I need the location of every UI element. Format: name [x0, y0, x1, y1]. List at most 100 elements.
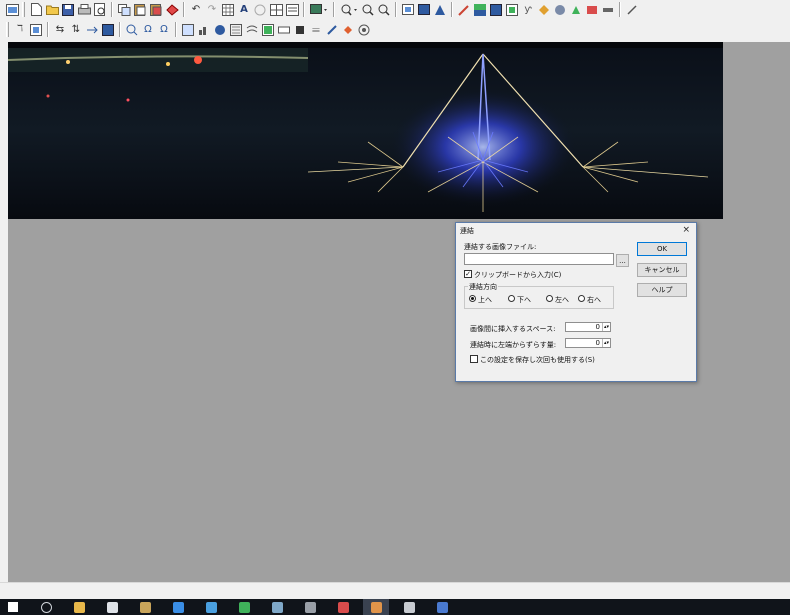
app-window: ↶ ↷ A ƴ ℸ ⇆ ⇅ Ω Ω 𝍢 連結 × 連結する画像ファイル: ...…	[0, 0, 790, 615]
toolbar-separator	[333, 2, 335, 17]
plugin-icon[interactable]	[537, 3, 551, 17]
task-view-icon-glyph	[40, 601, 52, 613]
flip-v-icon[interactable]: ⇅	[69, 23, 83, 37]
plugin-icon[interactable]	[585, 3, 599, 17]
app-icon[interactable]	[132, 599, 158, 615]
concatenate-dialog: 連結 × 連結する画像ファイル: ... ✓ クリップボードから入力(C) 連結…	[455, 222, 697, 382]
mosaic-icon[interactable]	[181, 23, 195, 37]
image-icon[interactable]	[489, 3, 503, 17]
file-label: 連結する画像ファイル:	[464, 243, 537, 251]
close-icon[interactable]: ×	[682, 225, 690, 235]
store-icon[interactable]	[99, 599, 125, 615]
fill-icon[interactable]	[473, 3, 487, 17]
task-view-icon[interactable]	[33, 599, 59, 615]
text-icon[interactable]: A	[237, 3, 251, 17]
cancel-button[interactable]: キャンセル	[637, 263, 687, 277]
save-settings-checkbox[interactable]	[470, 355, 478, 363]
image-editor-icon[interactable]	[363, 599, 389, 615]
wave-icon[interactable]	[277, 23, 291, 37]
edge-icon[interactable]	[165, 599, 191, 615]
zoom-dropdown-icon[interactable]	[339, 3, 359, 17]
mail-icon-glyph	[205, 601, 217, 613]
print-icon[interactable]	[77, 3, 91, 17]
print-preview-icon[interactable]	[93, 3, 107, 17]
brush-icon[interactable]	[457, 3, 471, 17]
clipboard-checkbox[interactable]: ✓	[464, 270, 472, 278]
browse-button[interactable]: ...	[616, 254, 629, 267]
color-adjust-icon[interactable]	[101, 23, 115, 37]
settings-icon[interactable]	[297, 599, 323, 615]
align-icon[interactable]: ℸ	[13, 23, 27, 37]
box-icon[interactable]: 𝍢	[309, 23, 323, 37]
screen-icon[interactable]	[553, 3, 567, 17]
spreadsheet-icon[interactable]	[429, 599, 455, 615]
thumbnail-icon[interactable]	[285, 3, 299, 17]
new-image-icon[interactable]	[5, 3, 19, 17]
undo-icon[interactable]: ↶	[189, 3, 203, 17]
player-icon[interactable]	[396, 599, 422, 615]
rotate-icon[interactable]	[85, 23, 99, 37]
blur-icon[interactable]: Ω	[141, 23, 155, 37]
photos-icon[interactable]	[231, 599, 257, 615]
palette-icon[interactable]	[433, 3, 447, 17]
box-icon[interactable]	[261, 23, 275, 37]
shift-value: 0	[595, 339, 600, 347]
bucket-icon[interactable]	[341, 23, 355, 37]
sharpen-icon[interactable]	[125, 23, 139, 37]
save-icon[interactable]	[61, 3, 75, 17]
toolbar-grip[interactable]	[22, 2, 25, 17]
paste-icon[interactable]	[133, 3, 147, 17]
paste-special-icon[interactable]	[165, 3, 179, 17]
target-icon[interactable]	[357, 23, 371, 37]
pen-tool-icon[interactable]	[325, 23, 339, 37]
direction-left-radio[interactable]	[546, 295, 553, 302]
screen-icon[interactable]	[601, 3, 615, 17]
windows-taskbar	[0, 599, 790, 615]
new-file-icon[interactable]	[29, 3, 43, 17]
paste-new-icon[interactable]	[149, 3, 163, 17]
frame-icon[interactable]	[401, 3, 415, 17]
photos-icon-glyph	[238, 601, 250, 613]
help-button[interactable]: ヘルプ	[637, 283, 687, 297]
pen-icon[interactable]	[625, 3, 639, 17]
stepper-arrows-icon[interactable]: ▴▾	[602, 323, 610, 331]
flip-h-icon[interactable]: ⇆	[53, 23, 67, 37]
direction-right-radio[interactable]	[578, 295, 585, 302]
noise-icon[interactable]	[293, 23, 307, 37]
zoom-in-icon[interactable]	[361, 3, 375, 17]
mail-icon[interactable]	[198, 599, 224, 615]
noise-icon[interactable]	[229, 23, 243, 37]
toolbar-grip[interactable]	[6, 22, 9, 37]
zoom-out-icon[interactable]	[377, 3, 391, 17]
store-icon-glyph	[106, 601, 118, 613]
direction-down-radio[interactable]	[508, 295, 515, 302]
media-icon[interactable]	[330, 599, 356, 615]
file-explorer-icon[interactable]	[66, 599, 92, 615]
color-icon[interactable]	[417, 3, 431, 17]
frame-border-icon[interactable]	[245, 23, 259, 37]
space-stepper[interactable]: 0 ▴▾	[565, 322, 611, 332]
direction-up-radio[interactable]	[469, 295, 476, 302]
shift-stepper[interactable]: 0 ▴▾	[565, 338, 611, 348]
app2-icon[interactable]	[264, 599, 290, 615]
stepper-arrows-icon[interactable]: ▴▾	[602, 339, 610, 347]
gradient-icon[interactable]	[213, 23, 227, 37]
copy-icon[interactable]	[117, 3, 131, 17]
stamp-icon[interactable]: ƴ	[521, 3, 535, 17]
direction-left-label: 左へ	[555, 296, 569, 304]
filter-icon[interactable]: Ω	[157, 23, 171, 37]
ok-button[interactable]: OK	[637, 242, 687, 256]
redo-icon[interactable]: ↷	[205, 3, 219, 17]
histogram-icon[interactable]	[197, 23, 211, 37]
open-icon[interactable]	[45, 3, 59, 17]
save-settings-label: この設定を保存し次回も使用する(S)	[480, 356, 595, 364]
pen-icon[interactable]	[569, 3, 583, 17]
grid-view-icon[interactable]	[269, 3, 283, 17]
effect-icon[interactable]	[505, 3, 519, 17]
file-path-input[interactable]	[464, 253, 614, 265]
windows-start-icon[interactable]	[0, 599, 26, 615]
circle-icon[interactable]	[253, 3, 267, 17]
grid-icon[interactable]	[221, 3, 235, 17]
display-icon[interactable]	[309, 3, 329, 17]
resize-icon[interactable]	[29, 23, 43, 37]
